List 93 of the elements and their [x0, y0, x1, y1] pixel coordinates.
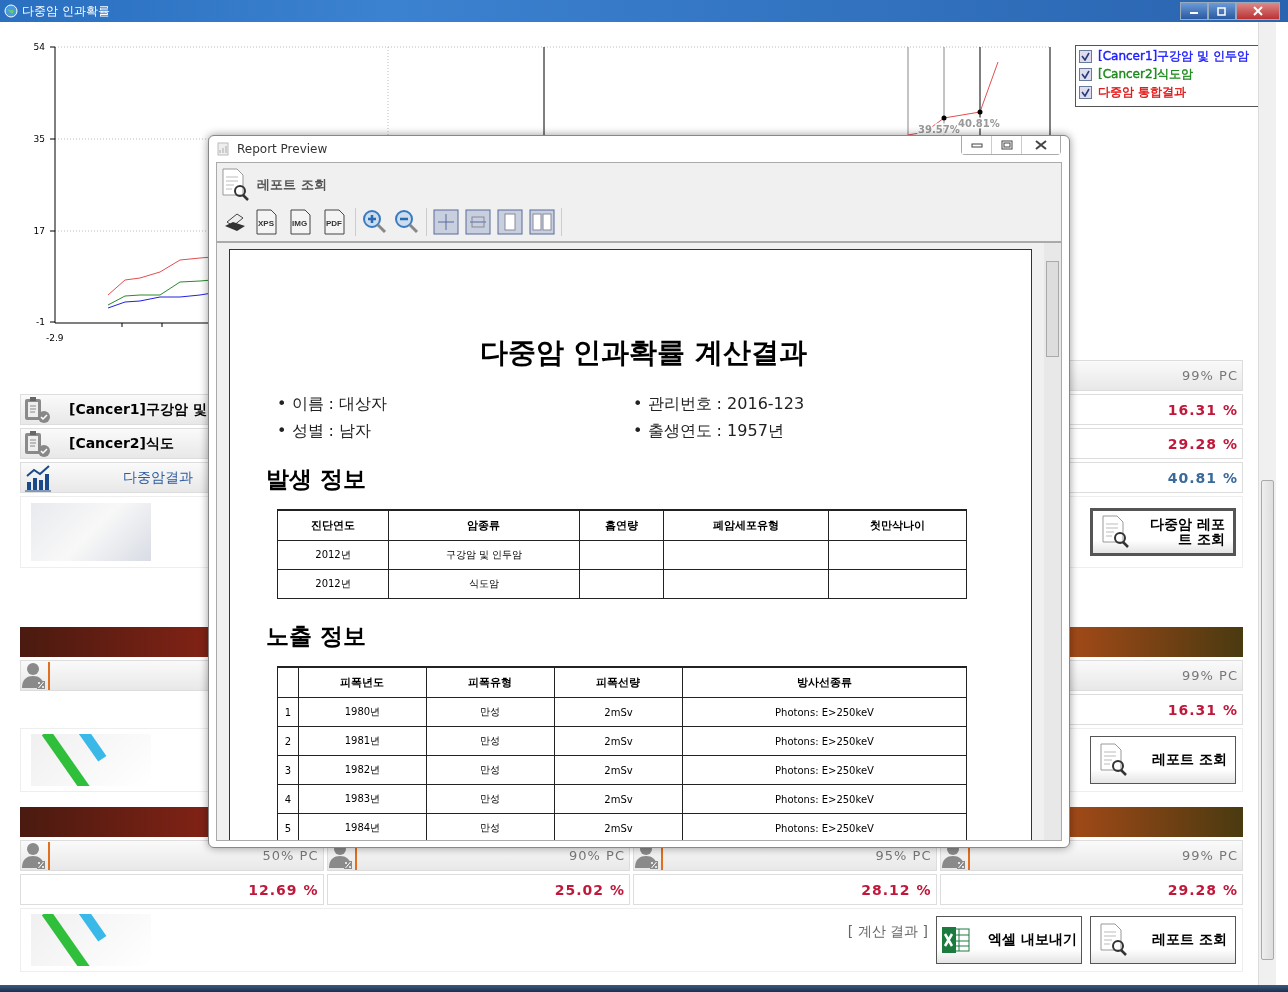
table-header: 방사선종류: [797, 676, 852, 689]
table-cell: 만성: [480, 822, 501, 833]
excel-export-button[interactable]: 엑셀 내보내기: [936, 916, 1082, 964]
legend-checkbox[interactable]: [1079, 68, 1092, 81]
document-search-icon: [1099, 743, 1129, 777]
zoom-in-icon[interactable]: [362, 209, 388, 235]
table-cell: 2mSv: [604, 706, 633, 718]
table-cell: 1: [284, 706, 292, 718]
result-value: 29.28 %: [939, 874, 1243, 905]
table-cell: 만성: [480, 764, 501, 775]
table-cell: 만성: [480, 735, 501, 746]
data-point: [941, 115, 947, 121]
restore-button[interactable]: [1208, 2, 1236, 20]
table-cell: 1983년: [344, 793, 381, 804]
table-header: 피폭유형: [468, 676, 513, 689]
restore-icon: [1217, 6, 1227, 16]
table-cell: 5: [284, 822, 292, 834]
close-button[interactable]: [1022, 136, 1060, 154]
table-cell: 구강암 및 인두암: [445, 549, 523, 560]
table-cell: 1984년: [344, 822, 381, 833]
table-cell: 식도암: [468, 578, 499, 589]
table-header: 암종류: [467, 519, 501, 532]
close-icon: [1253, 6, 1263, 16]
legend-label: [Cancer2]식도암: [1098, 66, 1194, 83]
table-header: 흡연량: [604, 519, 638, 532]
table-cell: Photons: E>250keV: [775, 735, 874, 747]
table-cell: Photons: E>250keV: [775, 822, 874, 834]
table-header: 진단연도: [311, 519, 355, 532]
table-cell: Photons: E>250keV: [775, 793, 874, 805]
report-button[interactable]: 레포트 조회: [1090, 916, 1236, 964]
legend-checkbox[interactable]: [1079, 86, 1092, 99]
window-title: 다중암 인과확률: [22, 2, 110, 20]
table-cell: 2012년: [315, 549, 351, 560]
table-cell: 1981년: [344, 735, 381, 746]
minimize-icon: [970, 141, 983, 149]
panel-heading: 레포트 조회: [257, 176, 327, 194]
table-header: 폐암세포유형: [712, 519, 779, 532]
result-value: 25.02 %: [326, 874, 630, 905]
table-cell: 2012년: [315, 578, 351, 589]
table-cell: Photons: E>250keV: [775, 706, 874, 718]
table-header: 첫만삭나이: [869, 519, 925, 532]
table-cell: 3: [284, 764, 292, 776]
legend-label: [Cancer1]구강암 및 인두암: [1098, 48, 1249, 65]
two-pages-icon[interactable]: [529, 209, 555, 235]
document-search-icon: [1099, 923, 1129, 957]
table-cell: 2: [284, 735, 292, 747]
table-header: 피폭선량: [596, 676, 641, 689]
column-header: 50% PC: [20, 840, 324, 871]
y-tick-label: 35: [33, 134, 45, 144]
person-percent-icon: [21, 660, 51, 691]
spreadsheet-icon: [941, 925, 971, 955]
zoom-out-icon[interactable]: [394, 209, 420, 235]
x-tick-label: -2.9: [46, 333, 64, 343]
table-cell: 만성: [480, 706, 501, 717]
table-cell: 1982년: [344, 764, 381, 775]
table-header: 피폭년도: [340, 676, 385, 689]
y-tick-label: 54: [33, 42, 45, 52]
legend-checkbox[interactable]: [1079, 50, 1092, 63]
minimize-button[interactable]: [1180, 2, 1208, 20]
table-cell: 1980년: [344, 706, 381, 717]
table-cell: 2mSv: [604, 822, 633, 834]
y-tick-label: 17: [33, 226, 45, 236]
table-cell: 만성: [480, 793, 501, 804]
report-button[interactable]: 레포트 조회: [1090, 736, 1236, 784]
result-value: 12.69 %: [20, 874, 324, 905]
result-value: 28.12 %: [633, 874, 937, 905]
y-tick-label: -1: [36, 317, 45, 327]
globe-icon: [4, 4, 18, 18]
table-cell: 2mSv: [604, 793, 633, 805]
report-title: 다중암 인과확률 계산결과: [478, 335, 809, 371]
result-caption: [ 계산 결과 ]: [847, 923, 928, 941]
report-icon: [217, 142, 229, 156]
data-point: [977, 109, 983, 115]
close-button[interactable]: [1236, 2, 1280, 20]
scrollbar[interactable]: [1258, 22, 1276, 985]
table-cell: 2mSv: [604, 735, 633, 747]
document-search-icon: [1101, 515, 1131, 549]
close-icon: [1035, 140, 1047, 150]
dialog-title: Report Preview: [237, 142, 328, 156]
scrollbar[interactable]: [1044, 243, 1061, 840]
table-cell: 2mSv: [604, 764, 633, 776]
table-cell: Photons: E>250keV: [775, 764, 874, 776]
bar-chart-icon: [23, 463, 53, 492]
section-title: 노출 정보: [266, 622, 367, 651]
table-cell: 4: [284, 793, 292, 805]
person-percent-icon: [21, 840, 51, 871]
document-search-icon: [221, 168, 251, 202]
legend-label: 다중암 통합결과: [1098, 84, 1186, 101]
report-button[interactable]: 다중암 레포트 조회: [1090, 508, 1236, 556]
restore-icon: [1000, 140, 1013, 150]
single-page-icon[interactable]: [497, 209, 523, 235]
clipboard-check-icon: [23, 429, 53, 458]
clipboard-check-icon: [23, 395, 53, 424]
